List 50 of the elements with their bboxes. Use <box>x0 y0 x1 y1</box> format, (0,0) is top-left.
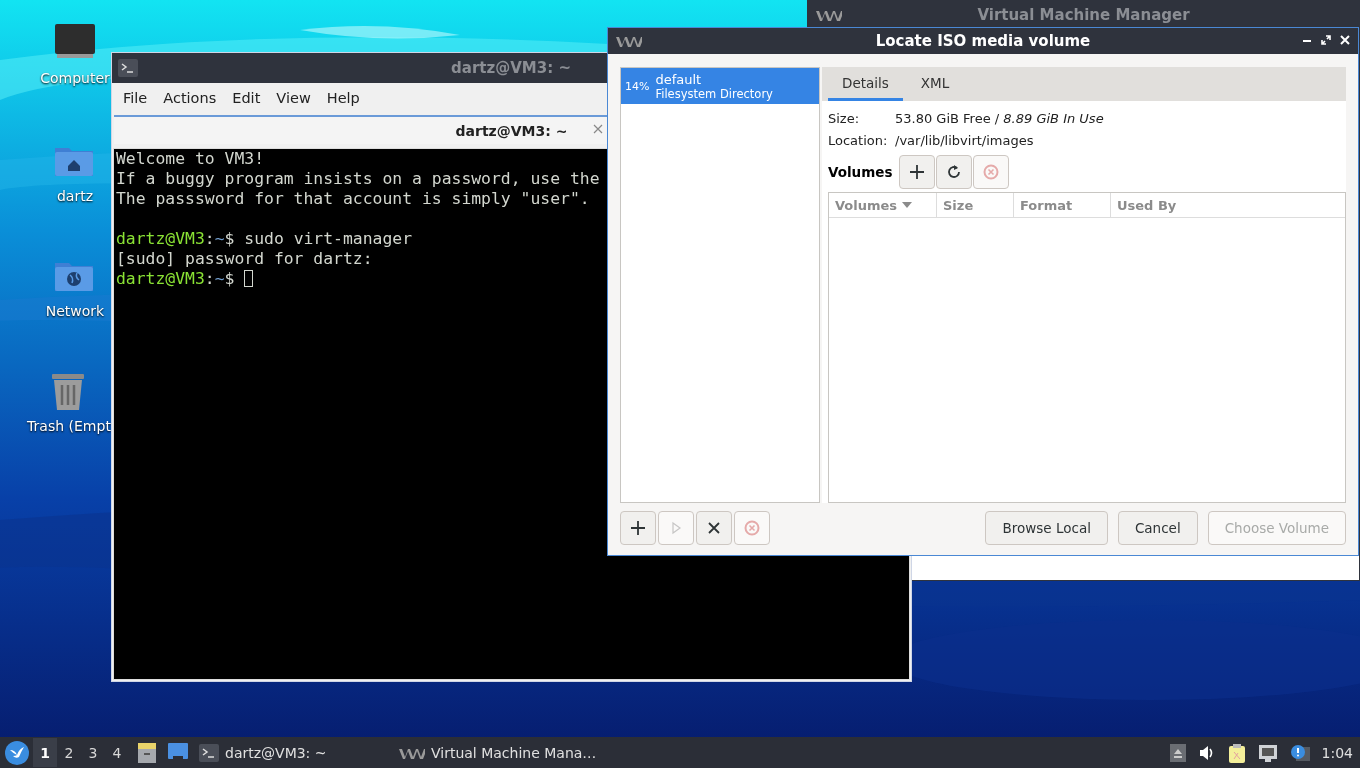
terminal-line: Welcome to VM3! <box>116 149 265 169</box>
dialog-button[interactable]: Cancel <box>1117 511 1198 545</box>
start-menu-icon[interactable] <box>5 740 29 765</box>
tab[interactable]: XML <box>906 67 964 101</box>
workspace-button[interactable]: 3 <box>81 738 105 767</box>
terminal-line: [sudo] password for dartz: <box>116 249 373 269</box>
eject-icon[interactable] <box>1169 743 1186 762</box>
notification-icon[interactable] <box>1289 743 1310 762</box>
file-cabinet-icon[interactable] <box>137 741 157 764</box>
workspace-button[interactable]: 2 <box>57 738 81 767</box>
window-title: Locate ISO media volume <box>875 32 1091 50</box>
desktop-icon-label[interactable]: Network <box>45 303 105 319</box>
toolbar-button[interactable] <box>696 511 732 545</box>
desktop-icon-label[interactable]: Trash (Empt <box>27 418 111 434</box>
window-title: dartz@VM3: ~ <box>451 59 571 77</box>
workspace-button[interactable]: 4 <box>105 738 129 767</box>
toolbar-button[interactable] <box>899 155 936 189</box>
tab-title: dartz@VM3: ~ <box>455 122 568 139</box>
menu-item[interactable]: File <box>115 86 156 110</box>
menu-item[interactable]: View <box>268 86 319 110</box>
vm-logo-icon <box>616 35 642 47</box>
terminal-icon <box>118 59 138 77</box>
section-label: Volumes <box>828 164 893 180</box>
toolbar-button[interactable] <box>620 511 656 545</box>
menu-item[interactable]: Actions <box>155 86 225 110</box>
maximize-icon[interactable] <box>1321 35 1331 45</box>
delete-icon <box>983 164 1000 180</box>
terminal-line: The passsword for that account is simply "user". <box>116 189 590 209</box>
menu-item[interactable]: Help <box>318 86 368 110</box>
refresh-icon <box>946 164 963 180</box>
terminal-line: If a buggy program insists on a password, use the <box>116 169 600 189</box>
dialog-button[interactable]: Browse Local <box>985 511 1108 545</box>
menu-item[interactable]: Edit <box>224 86 269 110</box>
add-icon <box>909 164 926 180</box>
cross-icon <box>706 520 722 536</box>
network-icon[interactable] <box>1257 743 1278 762</box>
terminal-prompt: dartz@VM3:~$ sudo virt-manager <box>116 229 413 249</box>
delete-icon <box>744 520 760 536</box>
taskbar-task[interactable]: dartz@VM3: ~ <box>225 744 327 761</box>
workspace-button[interactable]: 1 <box>33 738 57 767</box>
terminal-icon <box>199 743 219 762</box>
add-icon <box>630 520 646 536</box>
clock[interactable]: 1:04 <box>1321 744 1353 761</box>
vm-logo-icon <box>816 9 842 21</box>
terminal-prompt: dartz@VM3:~$ <box>116 269 235 289</box>
toolbar-button[interactable] <box>936 155 973 189</box>
clipboard-icon[interactable] <box>1227 742 1246 763</box>
window-title: Virtual Machine Manager <box>977 6 1190 24</box>
vm-logo-icon <box>399 746 425 759</box>
taskbar-task[interactable]: Virtual Machine Mana… <box>431 744 597 761</box>
